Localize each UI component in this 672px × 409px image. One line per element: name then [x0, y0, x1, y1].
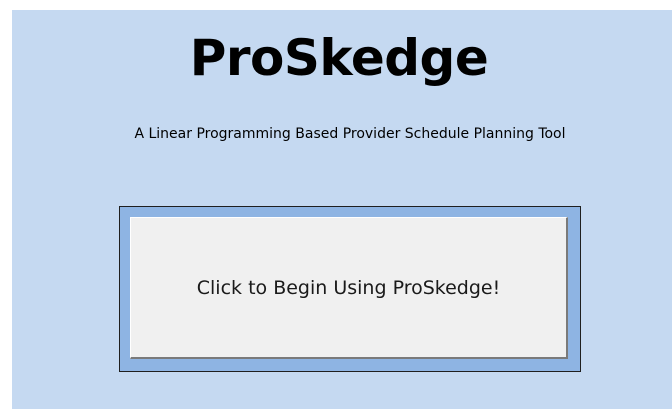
start-button[interactable]: Click to Begin Using ProSkedge!: [130, 217, 568, 359]
app-title: ProSkedge: [189, 29, 489, 87]
app-subtitle: A Linear Programming Based Provider Sche…: [134, 126, 566, 142]
start-button-frame: Click to Begin Using ProSkedge!: [119, 206, 581, 372]
start-button-label: Click to Begin Using ProSkedge!: [196, 276, 501, 299]
